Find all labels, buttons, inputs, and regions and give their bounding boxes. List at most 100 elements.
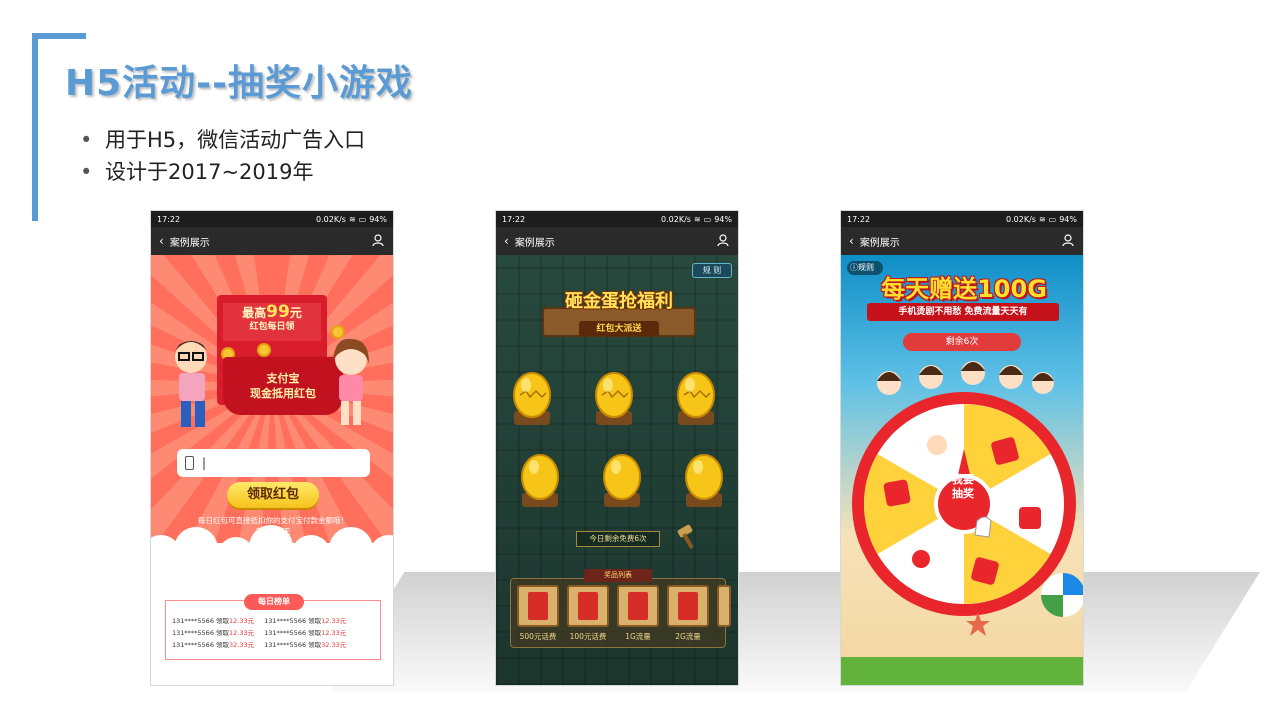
battery-icon: ▭ [1048,214,1057,224]
ranking-entry: 131****5566 领取12.33元 [172,617,255,625]
status-speed: 0.02K/s [661,214,691,224]
promo-subtitle: 手机烫剧不用愁 免费流量天天有 [867,303,1059,321]
wifi-icon: ≋ [348,214,356,224]
coin-icon [257,343,271,357]
phone-lucky-wheel: 17:22 0.02K/s ≋ ▭ 94% ‹ 案例展示 ⓘ规则 每天赠送100… [840,210,1084,686]
nav-title: 案例展示 [859,237,900,249]
screen: 规 则 砸金蛋抢福利 红包大派送 今日剩余免费6次 500元话费 100元话费 … [496,255,738,685]
status-time: 17:22 [847,214,871,224]
status-battery: 94% [369,214,387,224]
game-banner: 砸金蛋抢福利 红包大派送 [524,273,714,353]
prize-label: 1G流量 [625,632,651,641]
wifi-icon: ≋ [1038,214,1046,224]
status-bar: 17:22 0.02K/s ≋ ▭ 94% [841,211,1083,227]
status-bar: 17:22 0.02K/s ≋ ▭ 94% [496,211,738,227]
ranking-title: 每日榜单 [244,594,304,610]
promo-title: 每天赠送100G [881,275,1047,303]
golden-egg[interactable] [590,367,638,429]
phone-number-input[interactable]: | [177,449,370,477]
banner-subtitle: 红包大派送 [579,321,659,337]
status-speed: 0.02K/s [1006,214,1036,224]
cartoon-girl-illustration [333,338,369,425]
ranking-entry: 131****5566 领取12.33元 [172,629,255,637]
phone-number-value: | [202,456,207,470]
golden-egg[interactable] [680,449,728,511]
status-battery: 94% [714,214,732,224]
prize-list-title: 奖品列表 [584,569,652,582]
spin-label-2: 抽奖 [952,487,974,500]
battery-icon: ▭ [703,214,712,224]
battery-icon: ▭ [358,214,367,224]
floor-shadow [330,572,1260,692]
prize-label: 100元话费 [569,632,607,641]
red-packet-icon [628,592,648,620]
accent-bar-horizontal [32,33,86,39]
user-icon[interactable] [371,233,385,247]
ranking-row: 131****5566 领取12.33元 131****5566 领取12.33… [172,627,346,639]
max-amount-text: 最高99元 红包每日领 [225,302,319,334]
bullet-list: 用于H5，微信活动广告入口 设计于2017~2019年 [80,124,365,188]
status-battery: 94% [1059,214,1077,224]
ranking-row: 131****5566 领取32.33元 131****5566 领取32.33… [172,639,346,651]
nav-bar: ‹ 案例展示 [841,227,1083,255]
info-icon: ⓘ [850,263,858,272]
chevron-left-icon[interactable]: ‹ [849,234,854,248]
ranking-rows: 131****5566 领取12.33元 131****5566 领取12.33… [172,615,346,651]
status-time: 17:22 [502,214,526,224]
red-packet-icon [578,592,598,620]
nav-title: 案例展示 [169,237,210,249]
ranking-entry: 131****5566 领取32.33元 [264,641,347,649]
phone-golden-eggs: 17:22 0.02K/s ≋ ▭ 94% ‹ 案例展示 规 则 砸金蛋抢福利 … [495,210,739,686]
user-icon[interactable] [1061,233,1075,247]
beach-ball [1041,573,1083,617]
status-speed: 0.02K/s [316,214,346,224]
daily-ranking-board: 每日榜单 131****5566 领取12.33元 131****5566 领取… [165,594,381,660]
prize-card-partial [717,585,731,627]
slide-title: H5活动--抽奖小游戏 [65,63,414,104]
bullet-usage: 用于H5，微信活动广告入口 [80,124,365,156]
ranking-entry: 131****5566 领取12.33元 [264,617,347,625]
golden-egg[interactable] [516,449,564,511]
phone-icon [185,456,194,470]
banner-title: 砸金蛋抢福利 [565,291,673,312]
spin-button[interactable]: 我要 抽奖 [937,473,989,501]
ranking-row: 131****5566 领取12.33元 131****5566 领取12.33… [172,615,346,627]
wifi-icon: ≋ [693,214,701,224]
spin-label-1: 我要 [952,473,974,486]
golden-egg[interactable] [508,367,556,429]
chevron-left-icon[interactable]: ‹ [159,234,164,248]
phone-red-envelope: 17:22 0.02K/s ≋ ▭ 94% ‹ 案例展示 最高99元 红包每日领… [150,210,394,686]
cartoon-boy-illustration [175,341,207,427]
prize-list: 500元话费 100元话费 1G流量 2G流量 [510,578,731,648]
golden-egg[interactable] [598,449,646,511]
claim-red-envelope-button[interactable]: 领取红包 [227,482,319,508]
prize-card [667,585,709,627]
prize-card [517,585,559,627]
screen: 最高99元 红包每日领 支付宝 现金抵用红包 | 领取红包 每日红包可直接抵扣你… [151,255,393,685]
max-prefix: 最高 [242,306,267,320]
prize-label: 500元话费 [519,632,557,641]
status-time: 17:22 [157,214,181,224]
chevron-left-icon[interactable]: ‹ [504,234,509,248]
ranking-entry: 131****5566 领取32.33元 [172,641,255,649]
nav-title: 案例展示 [514,237,555,249]
max-unit: 元 [289,306,302,320]
red-packet-icon [678,592,698,620]
prize-card [617,585,659,627]
prize-card [567,585,609,627]
starfish-icon [966,612,990,636]
prize-label: 2G流量 [675,632,701,641]
accent-bar-vertical [32,33,38,221]
bullet-date: 设计于2017~2019年 [80,156,365,188]
user-icon[interactable] [716,233,730,247]
remaining-spins: 剩余6次 [903,333,1021,351]
ranking-entry: 131****5566 领取12.33元 [264,629,347,637]
max-amount: 99 [266,302,290,322]
status-bar: 17:22 0.02K/s ≋ ▭ 94% [151,211,393,227]
golden-egg[interactable] [672,367,720,429]
grass-strip [841,657,1083,685]
hammer-icon [677,524,694,549]
daily-subtitle: 红包每日领 [249,322,295,332]
free-chances-label: 今日剩余免费6次 [576,531,660,547]
nav-bar: ‹ 案例展示 [496,227,738,255]
